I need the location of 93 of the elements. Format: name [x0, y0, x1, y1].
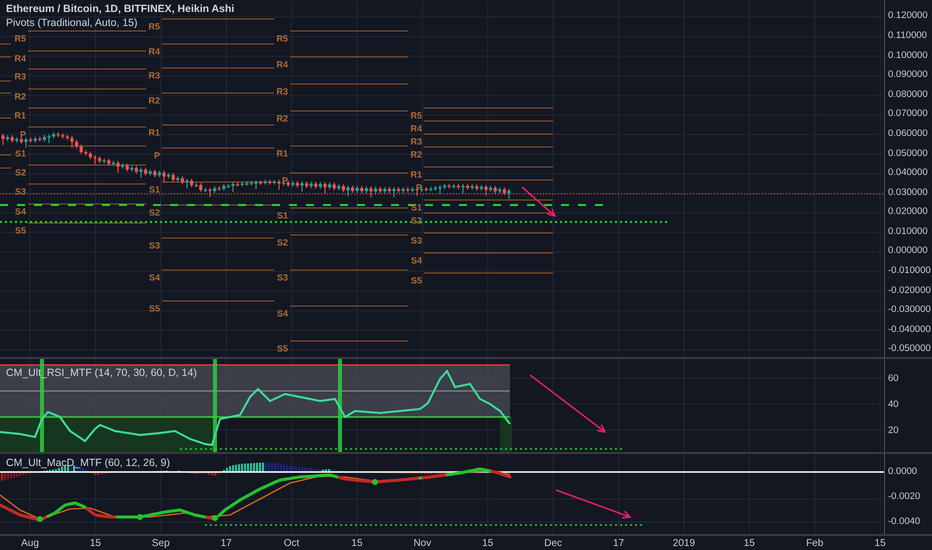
pivot-label: S4 — [276, 308, 288, 318]
price-label: 0.090000 — [888, 69, 928, 80]
time-label: 15 — [744, 538, 755, 548]
pivot-label: R5 — [410, 110, 422, 120]
time-label: 15 — [351, 538, 363, 548]
pivot-label: S4 — [410, 256, 422, 266]
pivot-label: S2 — [276, 238, 288, 248]
price-label: 0.110000 — [888, 30, 927, 42]
trend-arrow — [522, 186, 556, 218]
time-label: Dec — [544, 538, 562, 548]
axis-label: 60 — [888, 372, 899, 384]
pivot-label: S4 — [148, 272, 160, 282]
pivot-label: S2 — [410, 216, 422, 226]
pivot-label: S1 — [148, 184, 160, 194]
time-label: 15 — [874, 538, 886, 548]
pivot-label: R4 — [410, 124, 422, 134]
pivot-label: R5 — [148, 22, 160, 32]
time-label: 15 — [90, 538, 101, 548]
time-label: 17 — [220, 538, 232, 548]
price-label: 0.020000 — [888, 206, 928, 218]
time-label: Nov — [413, 538, 432, 548]
price-label: 0.050000 — [888, 148, 928, 159]
pivot-label: R2 — [410, 150, 422, 160]
pivot-line — [0, 92, 12, 94]
pivot-label: P — [154, 150, 160, 160]
price-label: 0.030000 — [888, 186, 928, 198]
axis-label: 40 — [888, 398, 899, 410]
pivot-label: S1 — [276, 210, 288, 220]
pivot-line — [0, 80, 12, 82]
pivot-label: S1 — [14, 148, 26, 158]
price-label: 0.060000 — [888, 128, 928, 139]
pivot-label: S5 — [14, 226, 26, 236]
crossover-dot — [137, 514, 143, 520]
pivot-label: S4 — [14, 206, 26, 216]
pivot-label: R3 — [410, 136, 422, 146]
time-label: Oct — [284, 538, 300, 548]
crossover-dot — [37, 516, 43, 522]
pivot-label: S2 — [14, 168, 26, 178]
pivot-label: R5 — [14, 34, 26, 44]
axis-label: -0.0040 — [888, 516, 920, 527]
pivot-label: R4 — [276, 60, 288, 70]
pivot-label: S1 — [410, 202, 422, 212]
price-label: 0.120000 — [888, 10, 928, 22]
price-label: 0.080000 — [888, 88, 928, 100]
pivot-line — [0, 154, 12, 156]
pivot-label: R3 — [14, 72, 26, 82]
crossover-dot — [372, 479, 378, 485]
pivot-label: S5 — [410, 276, 422, 286]
indicator-label: Pivots (Traditional, Auto, 15) — [6, 17, 138, 30]
pivot-label: R2 — [276, 114, 288, 124]
axis-label: 0.0000 — [888, 466, 918, 477]
time-label: 2019 — [672, 538, 696, 548]
crossover-dot — [212, 515, 218, 521]
price-label: -0.050000 — [888, 343, 931, 354]
price-label: 0.000000 — [888, 245, 928, 256]
pivot-line — [0, 56, 12, 58]
price-label: 0.070000 — [888, 108, 928, 120]
pivot-label: R1 — [148, 128, 160, 138]
pivot-label: S5 — [276, 344, 288, 354]
time-label: Aug — [21, 538, 39, 548]
time-label: 15 — [482, 538, 494, 548]
pivot-label: R1 — [14, 110, 26, 120]
time-label: Feb — [806, 538, 824, 548]
pivot-label: R3 — [276, 86, 288, 96]
price-label: -0.040000 — [888, 324, 931, 335]
pivot-label: S3 — [14, 186, 26, 196]
pivot-label: S3 — [148, 240, 160, 250]
pivot-label: R5 — [276, 34, 288, 44]
pivot-label: R3 — [148, 70, 160, 80]
axis-label: -0.0020 — [888, 491, 920, 502]
pivot-label: S5 — [148, 304, 160, 314]
oversold-fill — [500, 417, 512, 452]
price-label: -0.020000 — [888, 284, 931, 296]
pivot-label: S3 — [276, 272, 288, 282]
pivot-label: R1 — [410, 170, 422, 180]
chart-title: Ethereum / Bitcoin, 1D, BITFINEX, Heikin Ashi — [6, 3, 234, 16]
price-label: 0.040000 — [888, 167, 928, 178]
pivot-label: S2 — [148, 208, 160, 218]
indicator-title: CM_Ult_MacD_MTF (60, 12, 26, 9) — [6, 457, 170, 470]
time-label: Sep — [152, 538, 170, 548]
axis-label: 20 — [888, 424, 899, 436]
pivot-label: R4 — [14, 54, 26, 64]
pivot-label: R2 — [148, 96, 160, 106]
price-label: 0.100000 — [888, 50, 928, 61]
time-label: 17 — [612, 538, 624, 548]
pivot-label: R2 — [14, 92, 26, 102]
price-label: 0.010000 — [888, 226, 928, 237]
pivot-label: R4 — [148, 46, 160, 56]
pivot-label: S3 — [410, 236, 422, 246]
pivot-label: R1 — [276, 148, 288, 158]
pivot-label: P — [20, 130, 26, 140]
price-label: -0.030000 — [888, 304, 931, 316]
price-label: -0.010000 — [888, 265, 931, 276]
